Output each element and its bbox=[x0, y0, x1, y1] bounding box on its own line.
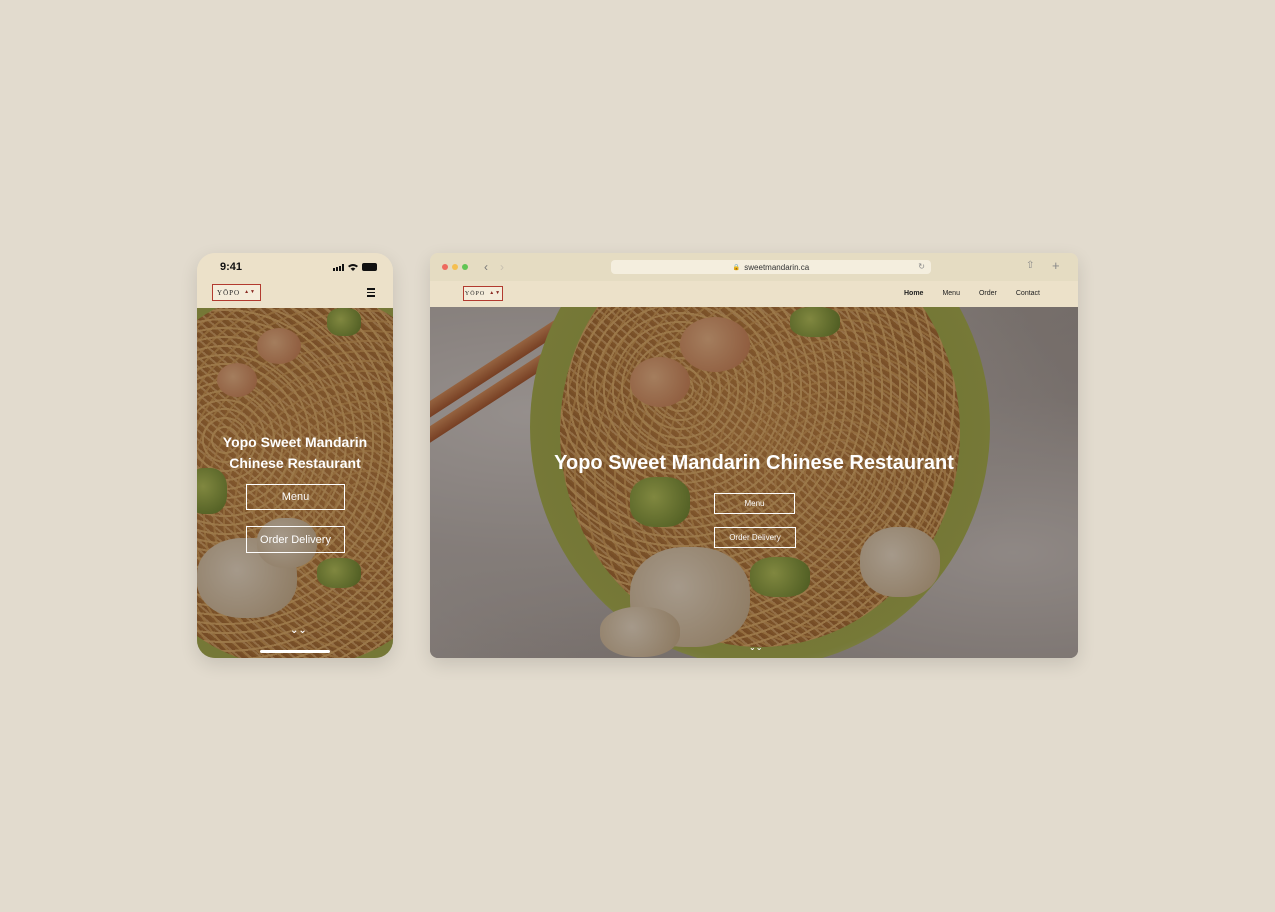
order-delivery-button[interactable]: Order Delivery bbox=[246, 526, 345, 553]
double-chevron-down-icon[interactable]: ⌄⌄ bbox=[749, 644, 762, 652]
url-text: sweetmandarin.ca bbox=[744, 262, 810, 272]
battery-icon bbox=[362, 263, 377, 271]
hero-image bbox=[430, 307, 1078, 658]
logo-text: YŌPO bbox=[217, 288, 241, 297]
hamburger-icon[interactable] bbox=[367, 288, 375, 297]
nav-order[interactable]: Order bbox=[979, 290, 997, 297]
status-icons bbox=[333, 263, 377, 271]
logo[interactable]: YŌPO ▲▼ bbox=[212, 284, 261, 301]
double-chevron-down-icon[interactable]: ⌄⌄ bbox=[290, 626, 307, 636]
nav-contact[interactable]: Contact bbox=[1016, 290, 1040, 297]
history-nav: ‹ › bbox=[484, 260, 504, 274]
status-bar: 9:41 bbox=[197, 253, 393, 279]
logo-text: YŌPO bbox=[464, 290, 486, 297]
hero-section: Yopo Sweet Mandarin Chinese Restaurant M… bbox=[430, 307, 1078, 658]
hero-title: Yopo Sweet Mandarin Chinese Restaurant bbox=[554, 452, 954, 474]
lock-icon: 🔒 bbox=[732, 264, 741, 271]
maximize-window-button[interactable] bbox=[462, 264, 468, 270]
menu-button[interactable]: Menu bbox=[246, 484, 345, 510]
reload-icon[interactable]: ↻ bbox=[918, 262, 925, 271]
signal-icon bbox=[333, 263, 344, 271]
home-indicator bbox=[260, 650, 330, 653]
logo[interactable]: YŌPO ▲▼ bbox=[463, 286, 503, 301]
menu-button[interactable]: Menu bbox=[714, 493, 795, 514]
mobile-header: YŌPO ▲▼ bbox=[197, 279, 393, 308]
mobile-mockup: 9:41 YŌPO ▲▼ Yopo Sweet Mandarin Chinese… bbox=[197, 253, 393, 658]
hero-image bbox=[197, 308, 393, 658]
browser-toolbar: ‹ › 🔒 sweetmandarin.ca ↻ ⇧ + bbox=[430, 253, 1078, 281]
logo-mark: ▲▼ bbox=[244, 289, 256, 295]
site-header: YŌPO ▲▼ Home Menu Order Contact bbox=[430, 281, 1078, 307]
main-nav: Home Menu Order Contact bbox=[904, 290, 1040, 297]
desktop-mockup: ‹ › 🔒 sweetmandarin.ca ↻ ⇧ + YŌPO ▲▼ Hom… bbox=[430, 253, 1078, 658]
nav-home[interactable]: Home bbox=[904, 290, 923, 297]
hero-section: Yopo Sweet Mandarin Chinese Restaurant M… bbox=[197, 308, 393, 658]
minimize-window-button[interactable] bbox=[452, 264, 458, 270]
hero-title: Yopo Sweet Mandarin Chinese Restaurant bbox=[222, 434, 368, 471]
close-window-button[interactable] bbox=[442, 264, 448, 270]
address-bar[interactable]: 🔒 sweetmandarin.ca ↻ bbox=[611, 260, 931, 274]
logo-mark: ▲▼ bbox=[489, 290, 502, 296]
status-time: 9:41 bbox=[220, 261, 243, 273]
window-controls bbox=[442, 264, 468, 270]
wifi-icon bbox=[348, 264, 358, 271]
nav-menu[interactable]: Menu bbox=[942, 290, 960, 297]
back-icon[interactable]: ‹ bbox=[484, 260, 488, 274]
new-tab-icon[interactable]: + bbox=[1052, 258, 1060, 273]
forward-icon[interactable]: › bbox=[500, 260, 504, 274]
order-delivery-button[interactable]: Order Delivery bbox=[714, 527, 796, 548]
share-icon[interactable]: ⇧ bbox=[1026, 260, 1034, 271]
